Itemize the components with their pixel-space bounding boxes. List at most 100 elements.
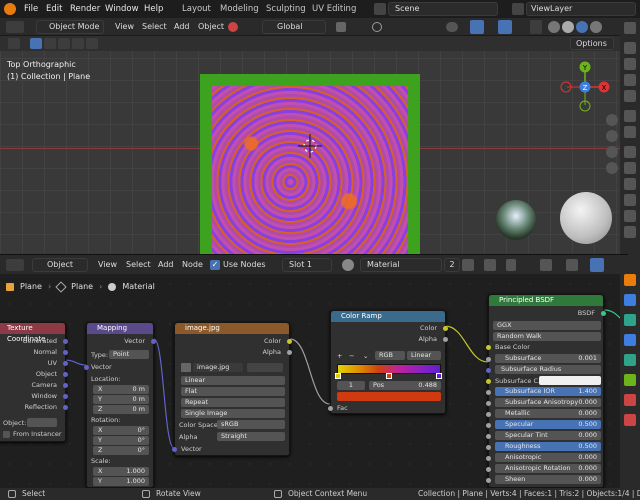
location-y[interactable]: Y0 m (93, 395, 149, 404)
vp-menu-select[interactable]: Select (142, 22, 167, 31)
rotation-x[interactable]: X 0° (93, 426, 149, 435)
stop-index-field[interactable]: 1 (337, 381, 365, 390)
viewlayer-icon[interactable] (512, 3, 524, 15)
3d-cursor-icon[interactable] (296, 132, 324, 160)
scene-tab-icon[interactable] (624, 90, 636, 102)
node-header[interactable]: Mapping (87, 323, 153, 334)
ramp-menu-icon[interactable]: ⌄ (363, 352, 368, 360)
vp-menu-object[interactable]: Object (198, 22, 224, 31)
object-picker[interactable] (27, 418, 57, 427)
camera-icon[interactable] (606, 146, 618, 158)
tool-settings-icon[interactable] (624, 274, 636, 286)
socket[interactable] (172, 447, 177, 452)
plane-object[interactable] (200, 74, 420, 254)
bsdf-prop-field[interactable]: Sheen 0.000 (495, 475, 601, 484)
bsdf-prop-field[interactable]: Specular Tint 0.000 (495, 431, 601, 440)
collection-tab-icon[interactable] (624, 126, 636, 138)
transform-orientation-dropdown[interactable]: Global (262, 20, 326, 34)
socket[interactable] (486, 412, 491, 417)
socket[interactable] (486, 368, 491, 373)
bsdf-prop-field[interactable]: Metallic 0.000 (495, 409, 601, 418)
color-mode-dropdown[interactable]: RGB (375, 351, 405, 360)
node-header[interactable]: Color Ramp (331, 311, 445, 322)
interpolation-dropdown[interactable]: Linear (181, 376, 285, 385)
socket[interactable] (443, 326, 448, 331)
ramp-stop-0[interactable] (335, 373, 341, 379)
select-invert-icon[interactable] (72, 38, 84, 49)
socket[interactable] (84, 365, 89, 370)
socket[interactable] (287, 350, 292, 355)
3d-viewport[interactable]: Options Top Orthographic (1) Collection … (0, 36, 628, 254)
overlay-node-icon[interactable] (590, 258, 604, 272)
shader-type-dropdown[interactable]: Object (32, 258, 88, 272)
constraint-icon[interactable] (624, 354, 636, 366)
tab-sculpting[interactable]: Sculpting (260, 2, 312, 16)
node-color-ramp[interactable]: Color Ramp Color Alpha + − ⌄ RGB Linear … (328, 310, 448, 414)
node-image-texture[interactable]: image.jpg Color Alpha image.jpg Linear F… (172, 322, 292, 456)
ne-menu-add[interactable]: Add (158, 260, 174, 269)
location-x[interactable]: X0 m (93, 385, 149, 394)
menu-window[interactable]: Window (105, 0, 139, 18)
bsdf-prop-field[interactable]: Subsurface 0.001 (495, 354, 601, 363)
data-tab-icon[interactable] (624, 226, 636, 238)
image-actions-icon[interactable] (247, 363, 283, 372)
scene-field[interactable]: Scene (388, 2, 498, 16)
node-header[interactable]: Texture Coordinate (0, 323, 65, 343)
distribution-dropdown[interactable]: GGX (493, 321, 601, 330)
mesh-data-icon[interactable] (624, 374, 636, 386)
stop-color-swatch[interactable] (337, 392, 441, 401)
material-users-count[interactable]: 2 (444, 258, 460, 272)
socket[interactable] (151, 339, 156, 344)
xray-icon[interactable] (530, 20, 542, 34)
remove-stop-icon[interactable]: − (349, 352, 354, 360)
render-tab-icon[interactable] (624, 42, 636, 54)
tool-tab-icon[interactable] (624, 22, 636, 34)
zoom-icon[interactable] (606, 114, 618, 126)
menu-help[interactable]: Help (144, 0, 163, 18)
pin-icon[interactable] (506, 259, 516, 271)
tab-layout[interactable]: Layout (176, 2, 217, 16)
select-extend-icon[interactable] (44, 38, 56, 49)
menu-edit[interactable]: Edit (46, 0, 62, 18)
extension-dropdown[interactable]: Repeat (181, 398, 285, 407)
parent-node-icon[interactable] (540, 259, 552, 271)
select-box-icon[interactable] (30, 38, 42, 49)
location-z[interactable]: Z0 m (93, 405, 149, 414)
type-dropdown[interactable]: Point (109, 350, 149, 359)
scale-x[interactable]: X 1.000 (93, 467, 149, 476)
select-tool-icon[interactable] (8, 38, 20, 49)
rotation-y[interactable]: Y 0° (93, 436, 149, 445)
modifier-tab-icon[interactable] (624, 162, 636, 174)
socket[interactable] (486, 456, 491, 461)
node-header[interactable]: Principled BSDF (489, 295, 603, 306)
socket[interactable] (486, 357, 491, 362)
view-layer-tab-icon[interactable] (624, 74, 636, 86)
shading-rendered-icon[interactable] (590, 21, 602, 33)
interpolation-dropdown[interactable]: Linear (407, 351, 441, 360)
bsdf-prop-field[interactable]: Subsurface Anisotropy 0.000 (495, 398, 601, 407)
object-mode-dropdown[interactable]: Object Mode (36, 20, 104, 34)
bsdf-prop-field[interactable]: Specular 0.500 (495, 420, 601, 429)
bsdf-prop-field[interactable]: Anisotropic 0.000 (495, 453, 601, 462)
select-intersect-icon[interactable] (86, 38, 98, 49)
scale-y[interactable]: Y 1.000 (93, 477, 149, 486)
visibility-icon[interactable] (446, 22, 458, 32)
shading-solid-icon[interactable] (562, 21, 574, 33)
socket[interactable] (486, 423, 491, 428)
image-browse-icon[interactable] (181, 363, 191, 372)
ne-menu-node[interactable]: Node (182, 260, 203, 269)
blender-logo-icon[interactable] (4, 3, 16, 15)
socket[interactable] (63, 350, 68, 355)
rotation-z[interactable]: Z 0° (93, 446, 149, 455)
material-name-field[interactable]: Material (360, 258, 442, 272)
shading-wire-icon[interactable] (548, 21, 560, 33)
shading-material-icon[interactable] (576, 21, 588, 33)
material-tab-icon[interactable] (624, 394, 636, 406)
socket[interactable] (63, 339, 68, 344)
socket[interactable] (63, 361, 68, 366)
modifier-wrench-icon[interactable] (624, 294, 636, 306)
ramp-stop-2[interactable] (436, 373, 442, 379)
use-nodes-checkbox[interactable]: ✓ (210, 260, 220, 270)
ortho-icon[interactable] (606, 162, 618, 174)
scene-selector-icon[interactable] (374, 3, 386, 15)
